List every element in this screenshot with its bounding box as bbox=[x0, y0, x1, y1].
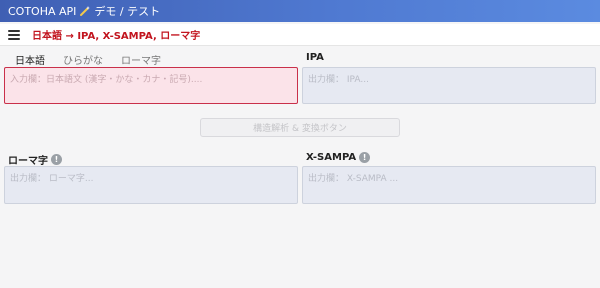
romaji-label-text: ローマ字 bbox=[8, 156, 48, 167]
page-title: 日本語 → IPA, X-SAMPA, ローマ字 bbox=[32, 31, 201, 42]
ipa-label-text: IPA bbox=[306, 52, 324, 63]
app-subtitle: デモ / テスト bbox=[94, 5, 161, 18]
japanese-input[interactable] bbox=[4, 67, 298, 104]
romaji-label: ローマ字 ! bbox=[8, 152, 62, 167]
top-app-bar: COTOHA API デモ / テスト bbox=[0, 0, 600, 22]
convert-button[interactable]: 構造解析 & 変換ボタン bbox=[200, 118, 400, 137]
romaji-output[interactable] bbox=[4, 166, 298, 204]
sub-header: 日本語 → IPA, X-SAMPA, ローマ字 bbox=[0, 24, 600, 46]
sparkle-icon bbox=[79, 5, 91, 17]
ipa-label: IPA bbox=[306, 52, 324, 63]
app-title: COTOHA API bbox=[8, 4, 77, 18]
info-icon[interactable]: ! bbox=[359, 152, 371, 163]
xsampa-label: X-SAMPA ! bbox=[306, 152, 371, 163]
xsampa-label-text: X-SAMPA bbox=[306, 152, 357, 163]
info-icon[interactable]: ! bbox=[51, 154, 62, 165]
ipa-output[interactable] bbox=[302, 67, 596, 104]
xsampa-output[interactable] bbox=[302, 166, 596, 204]
hamburger-icon[interactable] bbox=[8, 29, 20, 40]
